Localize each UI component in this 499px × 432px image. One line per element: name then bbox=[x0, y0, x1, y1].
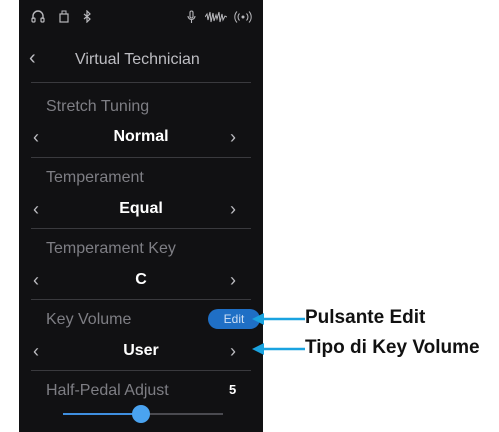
callout-lines bbox=[252, 313, 305, 355]
annotation-edit-button: Pulsante Edit bbox=[305, 307, 426, 328]
callout-arrowhead bbox=[252, 343, 264, 355]
annotation-key-volume-type: Tipo di Key Volume bbox=[305, 337, 480, 358]
callout-arrowhead bbox=[252, 313, 264, 325]
